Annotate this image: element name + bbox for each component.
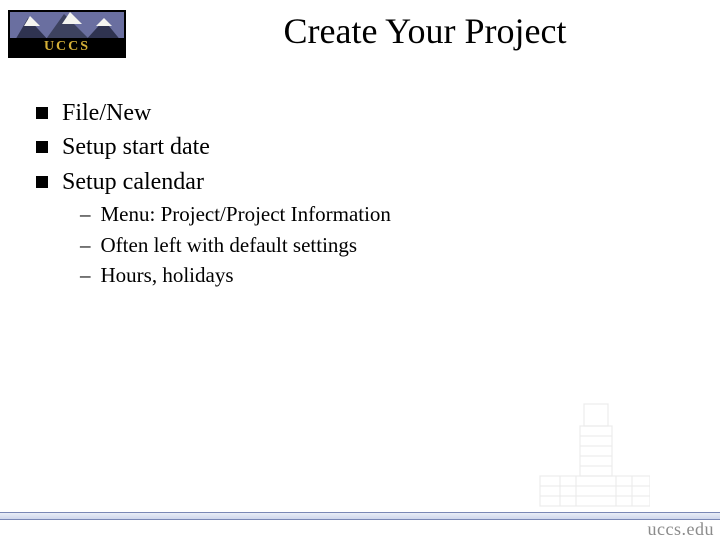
sub-bullet-text: Hours, holidays — [101, 261, 234, 289]
logo-mountains — [10, 12, 124, 40]
dash-bullet-icon: – — [80, 231, 91, 259]
square-bullet-icon — [36, 107, 48, 119]
slide-title: Create Your Project — [150, 10, 700, 52]
slide: UCCS Create Your Project File/New Setup … — [0, 0, 720, 540]
sub-bullet-item: – Often left with default settings — [80, 231, 680, 259]
bullet-text: Setup start date — [62, 131, 210, 163]
square-bullet-icon — [36, 141, 48, 153]
bullet-item: Setup start date — [36, 131, 680, 163]
slide-body: File/New Setup start date Setup calendar… — [36, 95, 680, 291]
dash-bullet-icon: – — [80, 261, 91, 289]
bullet-item: Setup calendar — [36, 166, 680, 198]
footer-url: uccs.edu — [648, 519, 714, 540]
sub-bullet-text: Often left with default settings — [101, 231, 358, 259]
logo-text: UCCS — [10, 38, 124, 56]
uccs-logo: UCCS — [8, 10, 126, 58]
sub-bullet-item: – Menu: Project/Project Information — [80, 200, 680, 228]
sub-bullet-text: Menu: Project/Project Information — [101, 200, 391, 228]
tower-graphic — [530, 394, 650, 514]
square-bullet-icon — [36, 176, 48, 188]
bullet-text: File/New — [62, 97, 151, 129]
bullet-text: Setup calendar — [62, 166, 204, 198]
bullet-item: File/New — [36, 97, 680, 129]
dash-bullet-icon: – — [80, 200, 91, 228]
sub-bullet-item: – Hours, holidays — [80, 261, 680, 289]
footer-divider — [0, 512, 720, 520]
